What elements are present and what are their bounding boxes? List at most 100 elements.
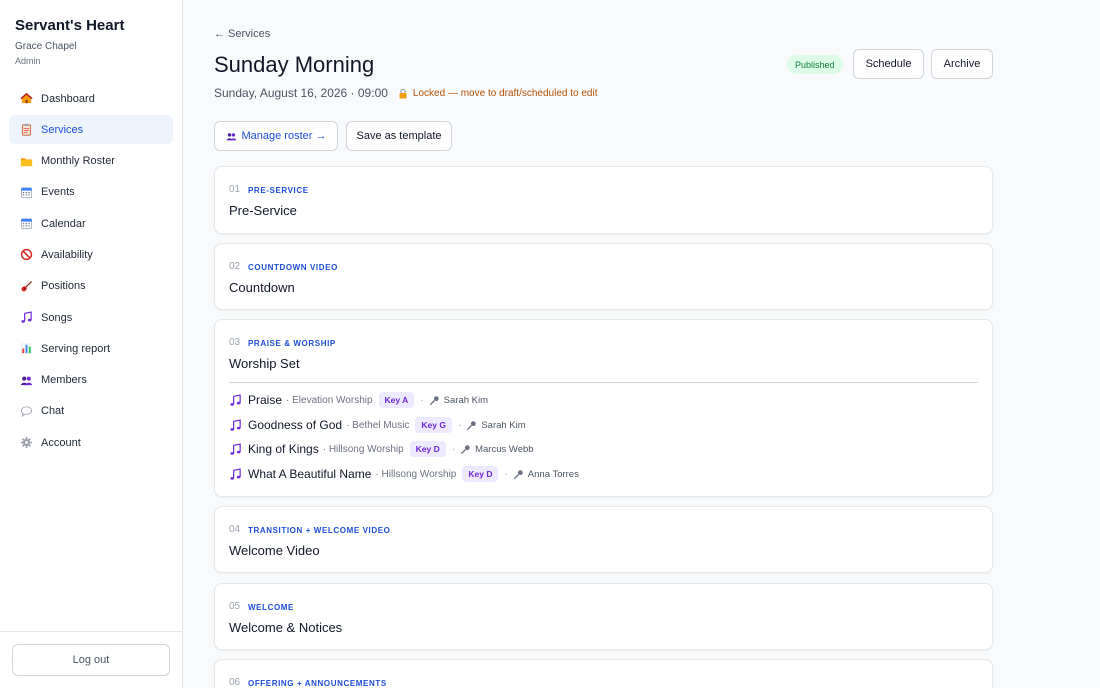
clipboard-icon xyxy=(19,123,33,137)
sidebar-item-songs[interactable]: Songs xyxy=(9,303,173,332)
microphone-icon xyxy=(513,469,524,480)
item-category: PRE-SERVICE xyxy=(248,186,309,195)
microphone-icon xyxy=(429,395,440,406)
item-title: Welcome Video xyxy=(229,543,320,558)
sidebar-item-services[interactable]: Services xyxy=(9,115,173,145)
song-leader: Sarah Kim xyxy=(443,394,489,406)
item-number: 02 xyxy=(229,261,241,272)
sidebar-item-serving-report[interactable]: Serving report xyxy=(9,334,173,363)
page-title: Sunday Morning xyxy=(214,52,375,77)
song-artist: · Bethel Music xyxy=(346,419,410,431)
gear-icon xyxy=(19,436,33,450)
user-role: Admin xyxy=(15,56,41,66)
sidebar-item-events[interactable]: Events xyxy=(9,178,173,207)
item-number: 04 xyxy=(229,524,241,535)
song-artist: · Elevation Worship xyxy=(286,394,373,406)
item-number: 06 xyxy=(229,677,241,688)
service-item-card[interactable]: 02 COUNTDOWN VIDEO Countdown xyxy=(214,243,993,310)
music-note-icon xyxy=(229,467,242,481)
house-icon xyxy=(19,92,33,106)
sidebar-item-account[interactable]: Account xyxy=(9,428,173,457)
item-title: Countdown xyxy=(229,280,295,295)
sidebar-item-label: Dashboard xyxy=(41,92,95,105)
item-title: Worship Set xyxy=(229,356,300,371)
sidebar-item-monthly-roster[interactable]: Monthly Roster xyxy=(9,147,173,176)
speech-bubble-icon xyxy=(19,404,33,418)
save-as-template-button[interactable]: Save as template xyxy=(346,121,452,151)
song-title: King of Kings xyxy=(248,442,319,456)
prohibited-icon xyxy=(19,248,33,262)
sidebar-item-label: Chat xyxy=(41,405,65,418)
service-datetime-row: Sunday, August 16, 2026 · 09:00 Locked —… xyxy=(214,86,597,100)
item-category: PRAISE & WORSHIP xyxy=(248,339,336,348)
music-note-icon xyxy=(229,418,242,432)
manage-roster-button[interactable]: Manage roster → xyxy=(214,121,338,151)
archive-button[interactable]: Archive xyxy=(931,49,993,79)
back-to-services-link[interactable]: ← Services xyxy=(214,28,270,40)
music-note-icon xyxy=(229,442,242,456)
separator-dot: · xyxy=(458,419,462,431)
sidebar-item-label: Services xyxy=(41,123,84,136)
song-row[interactable]: King of Kings · Hillsong Worship Key D ·… xyxy=(229,440,534,458)
sidebar-item-label: Members xyxy=(41,374,87,387)
song-key-badge: Key A xyxy=(378,392,415,408)
manage-roster-label: Manage roster → xyxy=(241,130,327,142)
song-row[interactable]: Praise · Elevation Worship Key A · Sarah… xyxy=(229,391,488,409)
song-row[interactable]: Goodness of God · Bethel Music Key G · S… xyxy=(229,416,526,434)
app-brand: Servant's Heart xyxy=(15,17,125,34)
item-number: 03 xyxy=(229,337,241,348)
song-artist: · Hillsong Worship xyxy=(375,468,457,480)
people-icon xyxy=(19,373,33,387)
sidebar-item-calendar[interactable]: Calendar xyxy=(9,209,173,238)
song-key-badge: Key D xyxy=(462,466,499,482)
service-item-card[interactable]: 05 WELCOME Welcome & Notices xyxy=(214,583,993,650)
folder-icon xyxy=(19,154,33,168)
service-item-card[interactable]: 04 TRANSITION + WELCOME VIDEO Welcome Vi… xyxy=(214,506,993,573)
song-row[interactable]: What A Beautiful Name · Hillsong Worship… xyxy=(229,465,579,483)
service-item-card[interactable]: 01 PRE-SERVICE Pre-Service xyxy=(214,166,993,234)
song-key-badge: Key G xyxy=(415,417,452,433)
guitar-icon xyxy=(19,279,33,293)
sidebar: Servant's Heart Grace Chapel Admin Dashb… xyxy=(0,0,183,688)
sidebar-item-label: Events xyxy=(41,186,75,199)
sidebar-item-label: Availability xyxy=(41,248,93,261)
song-title: What A Beautiful Name xyxy=(248,467,372,481)
microphone-icon xyxy=(460,444,471,455)
sidebar-item-positions[interactable]: Positions xyxy=(9,272,173,301)
song-leader: Marcus Webb xyxy=(475,443,534,455)
item-number: 01 xyxy=(229,184,241,195)
sidebar-item-label: Calendar xyxy=(41,217,86,230)
calendar-icon xyxy=(19,185,33,199)
item-category: TRANSITION + WELCOME VIDEO xyxy=(248,526,391,535)
music-note-icon xyxy=(19,311,33,325)
microphone-icon xyxy=(466,420,477,431)
calendar-icon xyxy=(19,217,33,231)
music-note-icon xyxy=(229,393,242,407)
bar-chart-icon xyxy=(19,342,33,356)
song-artist: · Hillsong Worship xyxy=(322,443,404,455)
item-title: Pre-Service xyxy=(229,203,297,218)
service-item-card[interactable]: 03 PRAISE & WORSHIP Worship Set Praise ·… xyxy=(214,319,993,497)
sidebar-item-label: Positions xyxy=(41,280,86,293)
status-badge: Published xyxy=(787,55,843,74)
song-key-badge: Key D xyxy=(409,441,446,457)
logout-button[interactable]: Log out xyxy=(12,644,170,676)
service-datetime: Sunday, August 16, 2026 · 09:00 xyxy=(214,86,388,100)
song-title: Goodness of God xyxy=(248,418,343,432)
item-title: Welcome & Notices xyxy=(229,620,343,635)
schedule-button[interactable]: Schedule xyxy=(853,49,924,79)
sidebar-item-members[interactable]: Members xyxy=(9,366,173,395)
service-item-card[interactable]: 06 OFFERING + ANNOUNCEMENTS xyxy=(214,659,993,688)
sidebar-item-label: Monthly Roster xyxy=(41,155,115,168)
sidebar-item-label: Account xyxy=(41,436,81,449)
lock-icon xyxy=(398,88,408,99)
sidebar-item-availability[interactable]: Availability xyxy=(9,240,173,269)
song-leader: Anna Torres xyxy=(527,468,579,480)
card-divider xyxy=(229,382,978,383)
song-title: Praise xyxy=(248,393,283,407)
item-category: COUNTDOWN VIDEO xyxy=(248,263,338,272)
lock-notice: Locked — move to draft/scheduled to edit xyxy=(398,88,597,99)
separator-dot: · xyxy=(420,394,424,406)
sidebar-item-dashboard[interactable]: Dashboard xyxy=(9,84,173,113)
sidebar-item-chat[interactable]: Chat xyxy=(9,397,173,426)
